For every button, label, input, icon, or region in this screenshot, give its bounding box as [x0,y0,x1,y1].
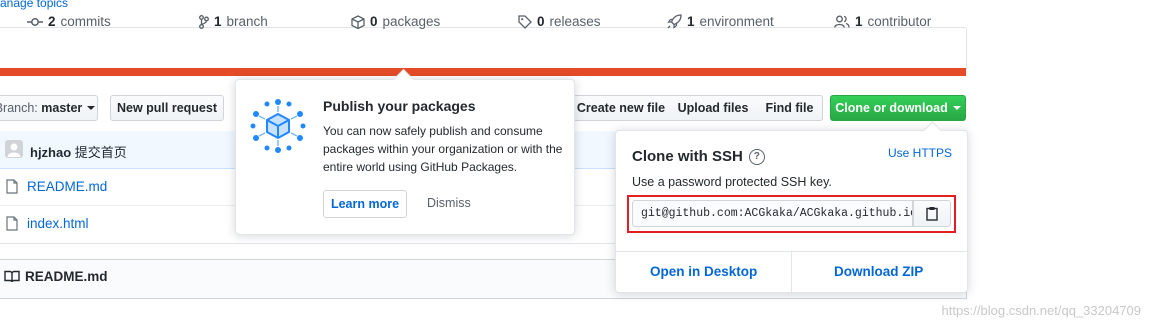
branch-icon [199,14,209,29]
readme-title: README.md [4,269,108,284]
clone-or-download-button[interactable]: Clone or download [830,95,966,121]
clipboard-icon [926,207,938,221]
manage-topics-link[interactable]: anage topics [0,0,68,10]
upload-files-button[interactable]: Upload files [669,95,758,121]
clone-footer-divider [791,251,792,292]
copy-button[interactable] [913,200,951,227]
avatar[interactable] [5,140,23,158]
publish-packages-popover: Publish your packages You can now safely… [235,79,575,235]
commit-icon [27,17,43,26]
branch-prefix: Branch: [0,101,38,115]
file-icon [6,179,18,194]
file-link[interactable]: README.md [27,179,107,194]
caret-down-icon [952,106,961,110]
commits-count: 2 [48,14,56,29]
clone-title: Clone with SSH ? [632,148,765,165]
latest-commit-info: hjzhao 提交首页 [30,142,127,161]
popover-body: You can now safely publish and consume p… [323,124,563,174]
tag-icon [518,14,532,29]
popover-title: Publish your packages [323,98,476,114]
dismiss-button[interactable]: Dismiss [427,196,471,210]
file-link[interactable]: index.html [27,216,89,231]
releases-count: 0 [537,14,545,29]
package-icon [351,14,365,29]
branch-value: master [41,101,83,115]
readme-filename: README.md [25,269,108,284]
contributors-label: contributor [867,14,932,29]
ssh-url-input[interactable]: git@github.com:ACGkaka/ACGkaka.github.io… [632,200,913,227]
file-icon [6,216,18,231]
commit-author[interactable]: hjzhao [30,145,71,160]
releases-label: releases [549,14,601,29]
branch-label: branch [226,14,268,29]
question-icon[interactable]: ? [748,148,765,165]
branch-count: 1 [214,14,222,29]
commit-message[interactable]: 提交首页 [75,145,127,160]
commits-label: commits [60,14,111,29]
download-zip-button[interactable]: Download ZIP [834,264,923,279]
releases-link[interactable]: 0 releases [518,14,601,29]
find-file-button[interactable]: Find file [757,95,823,121]
packages-count: 0 [370,14,378,29]
clone-subtitle: Use a password protected SSH key. [632,175,832,189]
packages-cube-illustration [250,99,306,153]
numbers-summary [0,27,967,70]
branch-link[interactable]: 1 branch [199,14,268,29]
book-icon [4,270,20,283]
learn-more-button[interactable]: Learn more [323,190,407,218]
branch-select-button[interactable]: Branch: master [0,95,98,121]
commits-link[interactable]: 2 commits [27,14,111,29]
clone-dropdown: Clone with SSH ? Use HTTPS Use a passwor… [615,130,968,293]
environment-label: environment [699,14,774,29]
clone-title-text: Clone with SSH [632,148,743,165]
use-https-link[interactable]: Use HTTPS [888,146,952,160]
packages-label: packages [382,14,441,29]
contributors-count: 1 [855,14,863,29]
environment-link[interactable]: 1 environment [667,14,774,29]
environment-count: 1 [687,14,695,29]
rocket-icon [667,14,682,29]
watermark: https://blog.csdn.net/qq_33204709 [941,303,1142,318]
caret-down-icon [87,106,96,110]
clone-or-download-label: Clone or download [835,101,948,115]
create-new-file-button[interactable]: Create new file [572,95,670,121]
contributors-link[interactable]: 1 contributor [834,14,931,29]
people-icon [834,15,850,28]
language-bar [0,68,966,76]
open-in-desktop-button[interactable]: Open in Desktop [650,264,757,279]
new-pull-request-button[interactable]: New pull request [110,95,224,121]
packages-link[interactable]: 0 packages [351,14,440,29]
